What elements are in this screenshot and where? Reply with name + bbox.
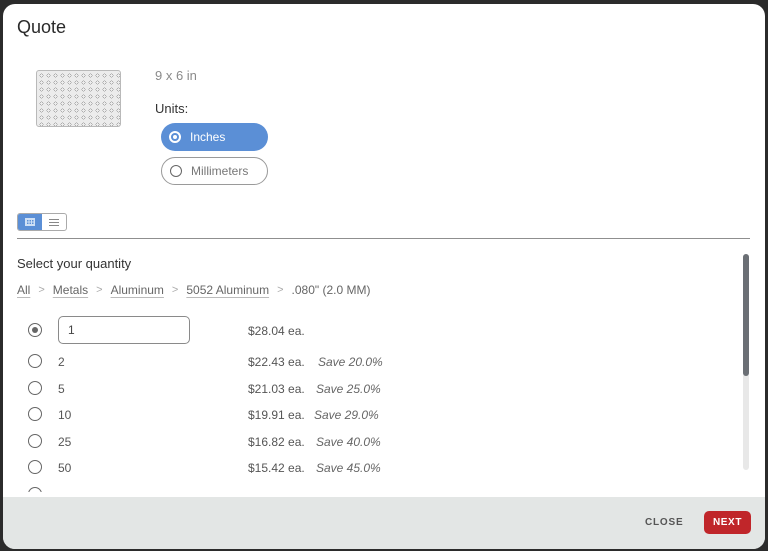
part-dimensions: 9 x 6 in xyxy=(155,68,197,83)
list-view-button[interactable] xyxy=(42,214,66,230)
radio-empty-icon xyxy=(170,165,182,177)
unit-price: $22.43 ea. xyxy=(248,355,305,369)
quantity-row[interactable] xyxy=(3,484,743,492)
divider xyxy=(17,238,750,239)
unit-price: $15.42 ea. xyxy=(248,461,305,475)
breadcrumb: All > Metals > Aluminum > 5052 Aluminum … xyxy=(17,283,370,297)
quantity-radio[interactable] xyxy=(28,487,42,492)
quantity-radio[interactable] xyxy=(28,460,42,474)
quantity-radio[interactable] xyxy=(28,381,42,395)
quantity-list: $28.04 ea. 2 $22.43 ea. Save 20.0% 5 $21… xyxy=(3,309,743,492)
quantity-radio[interactable] xyxy=(28,323,42,337)
next-button[interactable]: NEXT xyxy=(704,511,751,534)
savings-label: Save 40.0% xyxy=(316,435,381,449)
quote-dialog: Quote 9 x 6 in Units: Inches Millimeters… xyxy=(3,4,765,549)
savings-label: Save 45.0% xyxy=(316,461,381,475)
quantity-value: 50 xyxy=(58,461,72,475)
scrollbar-track[interactable] xyxy=(743,254,749,470)
unit-option-millimeters[interactable]: Millimeters xyxy=(161,157,268,185)
unit-price: $21.03 ea. xyxy=(248,382,305,396)
quantity-row[interactable]: 25 $16.82 ea. Save 40.0% xyxy=(3,431,743,457)
unit-option-label: Millimeters xyxy=(191,164,249,178)
quantity-row[interactable]: 10 $19.91 ea. Save 29.0% xyxy=(3,404,743,430)
unit-price: $19.91 ea. xyxy=(248,408,305,422)
unit-price: $28.04 ea. xyxy=(248,324,305,338)
dialog-footer: CLOSE NEXT xyxy=(3,497,765,549)
quantity-row[interactable]: 5 $21.03 ea. Save 25.0% xyxy=(3,378,743,404)
savings-label: Save 29.0% xyxy=(314,408,379,422)
chevron-right-icon: > xyxy=(38,284,45,296)
unit-price: $16.82 ea. xyxy=(248,435,305,449)
chevron-right-icon: > xyxy=(171,284,179,296)
breadcrumb-5052-aluminum[interactable]: 5052 Aluminum xyxy=(186,283,269,297)
quantity-radio[interactable] xyxy=(28,354,42,368)
quantity-section-title: Select your quantity xyxy=(17,256,132,271)
quantity-value: 25 xyxy=(58,435,72,449)
view-toggle xyxy=(17,213,67,231)
quantity-row[interactable]: 2 $22.43 ea. Save 20.0% xyxy=(3,351,743,377)
savings-label: Save 25.0% xyxy=(316,382,381,396)
quantity-value: 2 xyxy=(58,355,65,369)
quantity-radio[interactable] xyxy=(28,434,42,448)
breadcrumb-aluminum[interactable]: Aluminum xyxy=(111,283,164,297)
savings-label: Save 20.0% xyxy=(318,355,383,369)
unit-option-label: Inches xyxy=(190,130,226,144)
units-label: Units: xyxy=(155,101,189,116)
unit-option-inches[interactable]: Inches xyxy=(161,123,268,151)
dialog-title: Quote xyxy=(17,17,67,37)
part-thumbnail xyxy=(36,70,121,127)
breadcrumb-current: .080" (2.0 MM) xyxy=(291,283,371,297)
grid-icon xyxy=(25,218,35,226)
radio-selected-icon xyxy=(169,131,181,143)
quantity-value: 10 xyxy=(58,408,72,422)
chevron-right-icon: > xyxy=(96,284,103,296)
quantity-value: 5 xyxy=(58,382,65,396)
quantity-radio[interactable] xyxy=(28,407,42,421)
quantity-row: $28.04 ea. xyxy=(3,313,743,344)
chevron-right-icon: > xyxy=(277,284,284,296)
breadcrumb-metals[interactable]: Metals xyxy=(53,283,88,297)
scrollbar-thumb[interactable] xyxy=(743,254,749,376)
quantity-input[interactable] xyxy=(58,316,190,344)
grid-view-button[interactable] xyxy=(18,214,42,230)
breadcrumb-all[interactable]: All xyxy=(17,283,30,297)
quantity-row[interactable]: 50 $15.42 ea. Save 45.0% xyxy=(3,457,743,483)
close-button[interactable]: CLOSE xyxy=(645,517,683,528)
list-icon xyxy=(49,218,59,226)
